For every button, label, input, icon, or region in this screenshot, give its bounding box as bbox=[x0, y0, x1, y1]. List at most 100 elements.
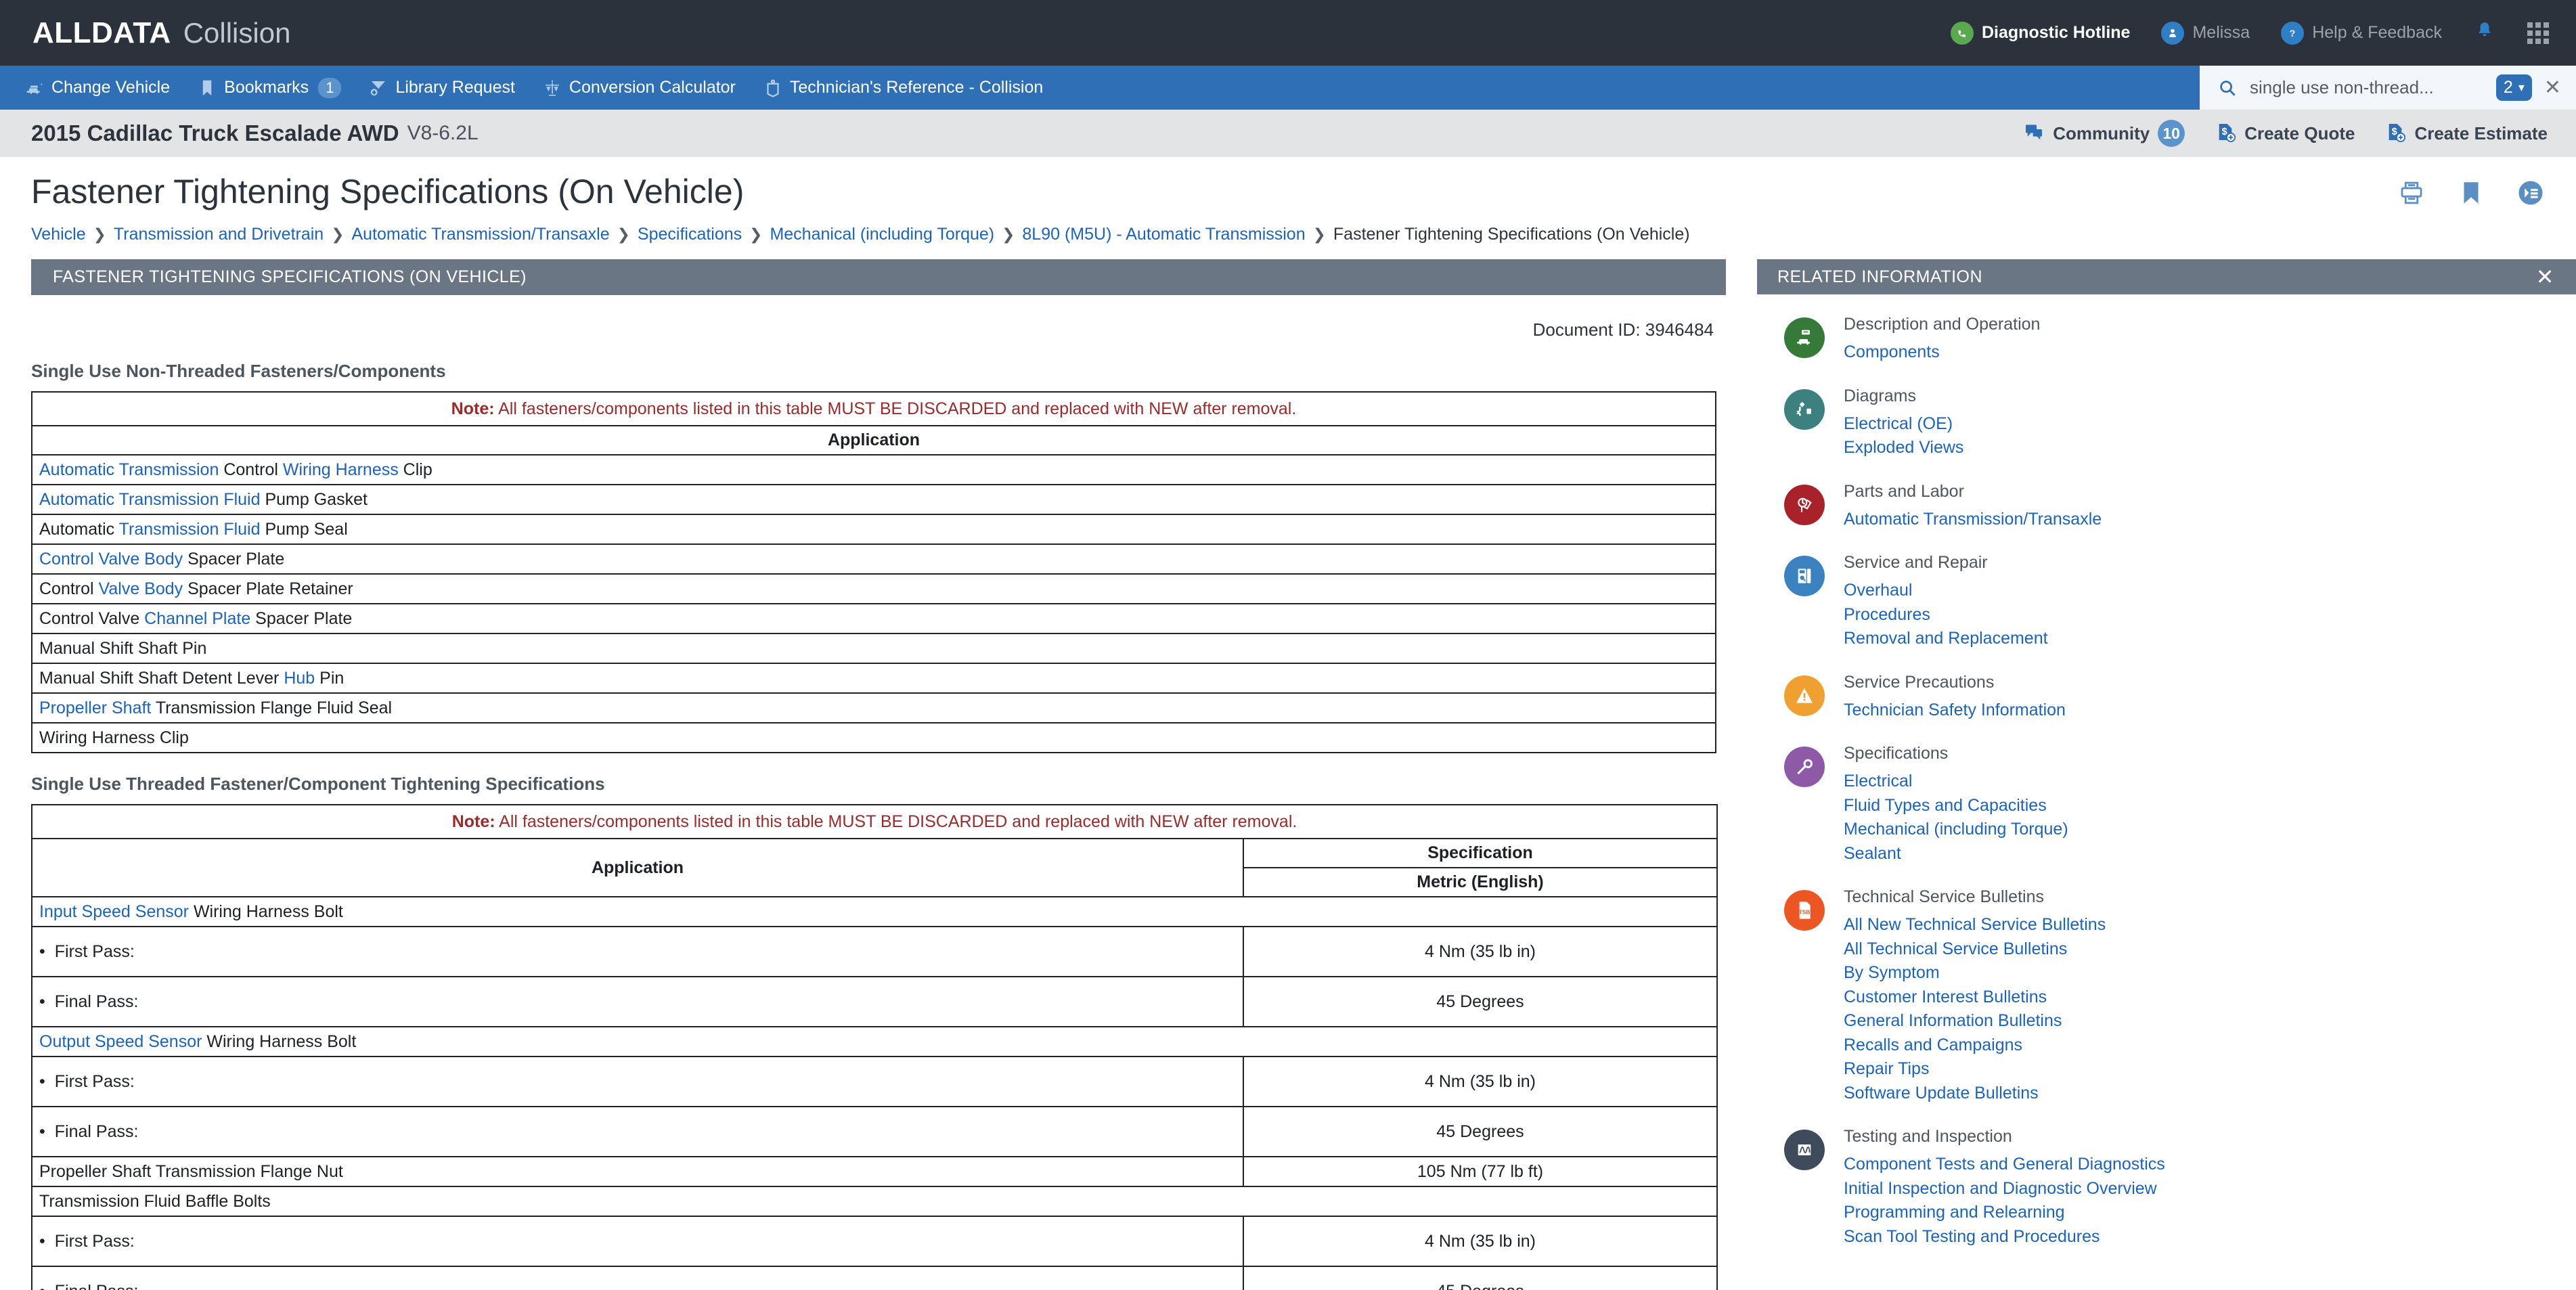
application-text: Spacer Plate bbox=[183, 549, 285, 569]
page-title: Fastener Tightening Specifications (On V… bbox=[31, 173, 745, 210]
close-icon[interactable]: ✕ bbox=[2536, 264, 2554, 290]
table-note-row: Note: All fasteners/components listed in… bbox=[30, 804, 1718, 839]
related-info-link[interactable]: Recalls and Campaigns bbox=[1844, 1033, 2106, 1058]
related-info-link[interactable]: General Information Bulletins bbox=[1844, 1009, 2106, 1033]
component-link[interactable]: Output Speed Sensor bbox=[39, 1032, 202, 1051]
nav-conversion-calculator[interactable]: Conversion Calculator bbox=[542, 78, 736, 98]
tsb-document-icon: TSB bbox=[1784, 890, 1825, 931]
breadcrumb-item[interactable]: Automatic Transmission/Transaxle bbox=[351, 225, 609, 244]
print-icon[interactable] bbox=[2397, 179, 2426, 207]
related-info-link[interactable]: Programming and Relearning bbox=[1844, 1201, 2165, 1225]
breadcrumb-item[interactable]: 8L90 (M5U) - Automatic Transmission bbox=[1022, 225, 1305, 244]
bookmark-icon[interactable] bbox=[2457, 179, 2485, 207]
nav-change-vehicle[interactable]: Change Vehicle bbox=[24, 78, 170, 98]
table-row: Input Speed Sensor Wiring Harness Bolt bbox=[30, 896, 1718, 927]
related-info-link[interactable]: Fluid Types and Capacities bbox=[1844, 794, 2068, 818]
component-link[interactable]: Propeller Shaft bbox=[39, 698, 151, 717]
create-quote-button[interactable]: $ Create Quote bbox=[2215, 121, 2355, 146]
table-note-cell: Note: All fasteners/components listed in… bbox=[30, 804, 1718, 839]
table-note-text: Note: All fasteners/components listed in… bbox=[451, 399, 1297, 418]
breadcrumb-item[interactable]: Specifications bbox=[638, 225, 742, 244]
component-link[interactable]: Valve Body bbox=[99, 579, 183, 598]
application-group-cell: Input Speed Sensor Wiring Harness Bolt bbox=[30, 896, 1718, 927]
diagnostic-hotline-button[interactable]: Diagnostic Hotline bbox=[1951, 21, 2130, 45]
related-info-group-title: Testing and Inspection bbox=[1844, 1127, 2012, 1146]
related-info-link[interactable]: Exploded Views bbox=[1844, 436, 1963, 460]
component-link[interactable]: Input Speed Sensor bbox=[39, 902, 189, 921]
application-text: Manual Shift Shaft Pin bbox=[39, 638, 207, 658]
app-grid-icon[interactable] bbox=[2527, 22, 2549, 44]
related-info-link[interactable]: Customer Interest Bulletins bbox=[1844, 985, 2106, 1010]
quote-dollar-icon: $ bbox=[2215, 121, 2236, 146]
breadcrumb-item[interactable]: Vehicle bbox=[31, 225, 86, 244]
component-link[interactable]: Transmission Fluid bbox=[119, 520, 261, 539]
related-info-link[interactable]: Automatic Transmission/Transaxle bbox=[1844, 508, 2102, 532]
related-info-text: Description and Operation Components bbox=[1844, 315, 2040, 365]
bell-icon[interactable] bbox=[2473, 20, 2496, 47]
related-info-link[interactable]: By Symptom bbox=[1844, 961, 2106, 985]
related-info-link[interactable]: Software Update Bulletins bbox=[1844, 1082, 2106, 1106]
related-info-link[interactable]: Initial Inspection and Diagnostic Overvi… bbox=[1844, 1177, 2165, 1201]
application-text: Pump Gasket bbox=[260, 489, 368, 509]
related-info-link[interactable]: Electrical bbox=[1844, 770, 2068, 794]
outline-list-icon[interactable] bbox=[2516, 179, 2545, 207]
related-info-link[interactable]: Mechanical (including Torque) bbox=[1844, 818, 2068, 842]
related-info-text: Diagrams Electrical (OE) Exploded Views bbox=[1844, 386, 1963, 460]
related-info-link[interactable]: Components bbox=[1844, 340, 2040, 365]
search-result-selector[interactable]: 2 ▾ bbox=[2495, 74, 2532, 101]
question-mark-icon: ? bbox=[2281, 21, 2305, 45]
component-link[interactable]: Automatic Transmission bbox=[39, 460, 219, 479]
component-link[interactable]: Channel Plate bbox=[144, 609, 250, 628]
related-info-link[interactable]: Sealant bbox=[1844, 842, 2068, 866]
related-info-link[interactable]: Component Tests and General Diagnostics bbox=[1844, 1153, 2165, 1177]
table-row: Automatic Transmission Fluid Pump Gasket bbox=[31, 484, 1716, 515]
related-info-group: Parts and Labor Automatic Transmission/Tr… bbox=[1784, 482, 2576, 532]
component-link[interactable]: Hub bbox=[284, 669, 315, 688]
related-info-link[interactable]: Electrical (OE) bbox=[1844, 412, 1963, 437]
nav-technicians-reference[interactable]: Technician's Reference - Collision bbox=[763, 78, 1043, 98]
phone-icon bbox=[1951, 21, 1974, 45]
community-button[interactable]: Community 10 bbox=[2023, 120, 2185, 147]
pass-label-cell: First Pass: bbox=[31, 926, 1244, 977]
table-row: Automatic Transmission Fluid Pump Seal bbox=[31, 514, 1716, 545]
related-info-link[interactable]: All Technical Service Bulletins bbox=[1844, 937, 2106, 962]
related-info-link[interactable]: Repair Tips bbox=[1844, 1057, 2106, 1082]
table-note-row: Note: All fasteners/components listed in… bbox=[31, 391, 1716, 426]
nav-bookmarks[interactable]: Bookmarks 1 bbox=[197, 77, 342, 98]
search-input[interactable]: single use non-thread... bbox=[2250, 77, 2484, 98]
note-label: Note: bbox=[451, 811, 495, 831]
user-menu-button[interactable]: Melissa bbox=[2161, 21, 2250, 45]
search-bar[interactable]: single use non-thread... 2 ▾ ✕ bbox=[2200, 66, 2576, 110]
related-info-link[interactable]: Technician Safety Information bbox=[1844, 698, 2066, 723]
component-link[interactable]: Automatic Transmission Fluid bbox=[39, 490, 261, 509]
document-section-bar: FASTENER TIGHTENING SPECIFICATIONS (ON V… bbox=[31, 259, 1726, 295]
bookmarks-count-badge: 1 bbox=[318, 77, 342, 98]
table-header-row-spec: Application Specification bbox=[31, 838, 1718, 897]
nav-items: Change Vehicle Bookmarks 1 Library Reque… bbox=[0, 77, 1043, 98]
close-icon[interactable]: ✕ bbox=[2544, 76, 2561, 99]
breadcrumb-separator: ❯ bbox=[1002, 225, 1015, 243]
breadcrumb-item[interactable]: Mechanical (including Torque) bbox=[770, 225, 994, 244]
related-info-group-title: Description and Operation bbox=[1844, 315, 2041, 334]
related-info-link[interactable]: Scan Tool Testing and Procedures bbox=[1844, 1225, 2165, 1249]
component-link[interactable]: Wiring Harness bbox=[283, 460, 399, 479]
related-info-link[interactable]: All New Technical Service Bulletins bbox=[1844, 913, 2106, 937]
component-link[interactable]: Control Valve Body bbox=[39, 550, 183, 569]
community-icon bbox=[2023, 121, 2045, 146]
application-cell: Automatic Transmission Fluid Pump Seal bbox=[31, 514, 1716, 545]
help-feedback-button[interactable]: ? Help & Feedback bbox=[2281, 21, 2442, 45]
nav-library-request[interactable]: Library Request bbox=[368, 78, 515, 98]
application-cell: Control Valve Body Spacer Plate Retainer bbox=[31, 573, 1716, 604]
related-info-link[interactable]: Procedures bbox=[1844, 603, 2048, 627]
application-text: Wiring Harness Bolt bbox=[189, 902, 343, 921]
breadcrumb-item: Fastener Tightening Specifications (On V… bbox=[1333, 225, 1690, 244]
related-info-link[interactable]: Overhaul bbox=[1844, 579, 2048, 603]
table-row: Manual Shift Shaft Detent Lever Hub Pin bbox=[31, 663, 1716, 694]
note-body: All fasteners/components listed in this … bbox=[494, 399, 1297, 418]
breadcrumb-item[interactable]: Transmission and Drivetrain bbox=[114, 225, 324, 244]
related-info-link[interactable]: Removal and Replacement bbox=[1844, 627, 2048, 651]
related-info-group-title: Service and Repair bbox=[1844, 553, 1988, 572]
service-repair-icon bbox=[1784, 556, 1825, 596]
breadcrumb-separator: ❯ bbox=[93, 225, 106, 243]
create-estimate-button[interactable]: $ Create Estimate bbox=[2384, 121, 2548, 146]
